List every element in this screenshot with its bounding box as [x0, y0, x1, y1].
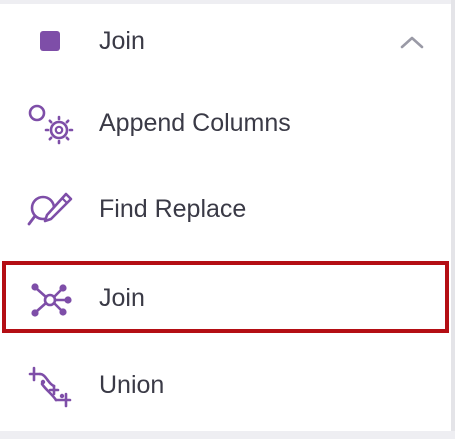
join-group-header[interactable]: Join [0, 4, 451, 80]
append-columns-icon [26, 102, 74, 146]
union-icon [26, 364, 74, 408]
tool-item-label: Append Columns [99, 109, 291, 137]
tool-item-append-columns[interactable]: Append Columns [0, 80, 451, 166]
chevron-up-icon[interactable] [398, 28, 426, 56]
tool-item-union[interactable]: Union [0, 342, 451, 428]
tool-item-label: Union [99, 371, 165, 399]
tool-item-label: Join [99, 284, 145, 312]
find-replace-icon [26, 188, 74, 232]
join-icon [26, 277, 74, 321]
join-category-icon [40, 31, 60, 51]
bottom-divider [0, 431, 455, 439]
group-title: Join [99, 27, 145, 55]
tool-item-join[interactable]: Join [0, 255, 451, 341]
scrollbar-track [451, 0, 455, 439]
tool-palette-panel: Join Append Columns Find Replace Join Un… [0, 0, 455, 439]
tool-item-find-replace[interactable]: Find Replace [0, 166, 451, 252]
tool-item-label: Find Replace [99, 195, 247, 223]
